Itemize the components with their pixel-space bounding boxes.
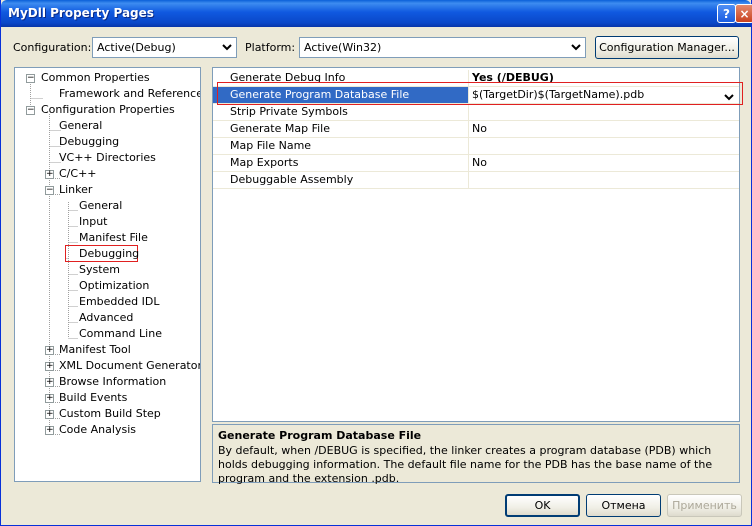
tree-item-browse-information[interactable]: Browse Information xyxy=(59,374,166,390)
property-value[interactable]: No xyxy=(472,155,487,171)
property-name: Map File Name xyxy=(213,138,469,154)
tree-item-c-cpp[interactable]: C/C++ xyxy=(59,166,97,182)
description-panel: Generate Program Database File By defaul… xyxy=(212,424,740,485)
property-name: Debuggable Assembly xyxy=(213,172,469,188)
platform-value: Active(Win32) xyxy=(304,41,382,54)
tree-item-linker-input[interactable]: Input xyxy=(79,214,107,230)
configuration-value: Active(Debug) xyxy=(97,41,176,54)
tree-item-linker-optimization[interactable]: Optimization xyxy=(79,278,149,294)
property-row-map-exports[interactable]: Map Exports No xyxy=(213,155,739,172)
property-grid: Generate Debug Info Yes (/DEBUG) Generat… xyxy=(212,67,740,422)
tree-item-label: Debugging xyxy=(59,135,120,148)
tree-item-label: Debugging xyxy=(79,247,140,260)
collapse-icon[interactable]: − xyxy=(26,74,35,83)
description-title: Generate Program Database File xyxy=(218,429,422,442)
configuration-label: Configuration: xyxy=(13,41,92,54)
tree-item-label: XML Document Generator xyxy=(59,359,201,372)
expand-icon[interactable]: + xyxy=(45,362,54,371)
ok-button[interactable]: OK xyxy=(505,494,580,517)
tree-item-linker-embedded-idl[interactable]: Embedded IDL xyxy=(79,294,159,310)
property-name: Strip Private Symbols xyxy=(213,104,469,120)
chevron-down-icon xyxy=(568,40,583,55)
tree-item-linker-debugging[interactable]: Debugging xyxy=(65,245,140,262)
close-button[interactable]: × xyxy=(735,4,752,23)
tree-item-label: Command Line xyxy=(79,327,162,340)
property-row-strip-private-symbols[interactable]: Strip Private Symbols xyxy=(213,104,739,121)
property-tree[interactable]: − Common Properties Framework and Refere… xyxy=(14,67,201,482)
tree-item-common-properties[interactable]: Common Properties xyxy=(41,70,150,86)
tree-item-debugging[interactable]: Debugging xyxy=(59,134,119,150)
expand-icon[interactable]: + xyxy=(45,378,54,387)
expand-icon[interactable]: + xyxy=(45,346,54,355)
property-pages-window: MyDll Property Pages ? × Configuration: … xyxy=(0,0,752,526)
expand-icon[interactable]: + xyxy=(45,410,54,419)
configuration-dropdown[interactable]: Active(Debug) xyxy=(92,37,237,58)
tree-item-label: Browse Information xyxy=(59,375,167,388)
highlight-box xyxy=(217,82,743,105)
tree-item-code-analysis[interactable]: Code Analysis xyxy=(59,422,136,438)
property-value[interactable]: No xyxy=(472,121,487,137)
tree-item-linker-system[interactable]: System xyxy=(79,262,120,278)
tree-item-label: Manifest File xyxy=(79,231,148,244)
property-name: Generate Map File xyxy=(213,121,469,137)
tree-item-configuration-properties[interactable]: Configuration Properties xyxy=(41,102,175,118)
window-title: MyDll Property Pages xyxy=(8,6,154,20)
tree-item-label: Optimization xyxy=(79,279,150,292)
cancel-button[interactable]: Отмена xyxy=(586,494,661,517)
platform-dropdown[interactable]: Active(Win32) xyxy=(299,37,586,58)
collapse-icon[interactable]: − xyxy=(45,186,54,195)
tree-item-linker[interactable]: Linker xyxy=(59,182,92,198)
expand-icon[interactable]: + xyxy=(45,426,54,435)
tree-item-general[interactable]: General xyxy=(59,118,102,134)
tree-item-framework-and-references[interactable]: Framework and References xyxy=(59,86,201,102)
tree-item-label: Manifest Tool xyxy=(59,343,131,356)
tree-item-manifest-tool[interactable]: Manifest Tool xyxy=(59,342,131,358)
property-row-map-file-name[interactable]: Map File Name xyxy=(213,138,739,155)
tree-item-label: General xyxy=(79,199,123,212)
tree-item-linker-advanced[interactable]: Advanced xyxy=(79,310,133,326)
tree-item-label: Embedded IDL xyxy=(79,295,160,308)
property-row-generate-map-file[interactable]: Generate Map File No xyxy=(213,121,739,138)
tree-item-linker-command-line[interactable]: Command Line xyxy=(79,326,162,342)
tree-item-linker-manifest-file[interactable]: Manifest File xyxy=(79,230,148,246)
tree-item-build-events[interactable]: Build Events xyxy=(59,390,127,406)
tree-item-custom-build-step[interactable]: Custom Build Step xyxy=(59,406,161,422)
tree-item-label: Custom Build Step xyxy=(59,407,161,420)
tree-item-vc-directories[interactable]: VC++ Directories xyxy=(59,150,156,166)
title-bar[interactable]: MyDll Property Pages ? × xyxy=(1,0,752,27)
tree-item-label: Linker xyxy=(59,183,93,196)
platform-label: Platform: xyxy=(245,41,296,54)
tree-item-label: System xyxy=(79,263,121,276)
configuration-manager-button[interactable]: Configuration Manager... xyxy=(595,36,739,59)
tree-item-label: Code Analysis xyxy=(59,423,136,436)
tree-item-label: Build Events xyxy=(59,391,128,404)
help-button[interactable]: ? xyxy=(717,4,736,23)
chevron-down-icon xyxy=(219,40,234,55)
tree-item-label: Configuration Properties xyxy=(41,103,175,116)
property-row-debuggable-assembly[interactable]: Debuggable Assembly xyxy=(213,172,739,189)
tree-item-label: Advanced xyxy=(79,311,134,324)
description-text: By default, when /DEBUG is specified, th… xyxy=(218,444,713,485)
tree-item-label: Input xyxy=(79,215,108,228)
tree-item-label: Common Properties xyxy=(41,71,150,84)
tree-item-label: VC++ Directories xyxy=(59,151,156,164)
tree-item-xml-document-generator[interactable]: XML Document Generator xyxy=(59,358,201,374)
tree-item-label: General xyxy=(59,119,103,132)
collapse-icon[interactable]: − xyxy=(26,106,35,115)
tree-item-label: C/C++ xyxy=(59,167,97,180)
expand-icon[interactable]: + xyxy=(45,170,54,179)
expand-icon[interactable]: + xyxy=(45,394,54,403)
apply-button[interactable]: Применить xyxy=(667,494,742,517)
tree-item-label: Framework and References xyxy=(59,87,201,100)
property-name: Map Exports xyxy=(213,155,469,171)
tree-item-linker-general[interactable]: General xyxy=(79,198,122,214)
